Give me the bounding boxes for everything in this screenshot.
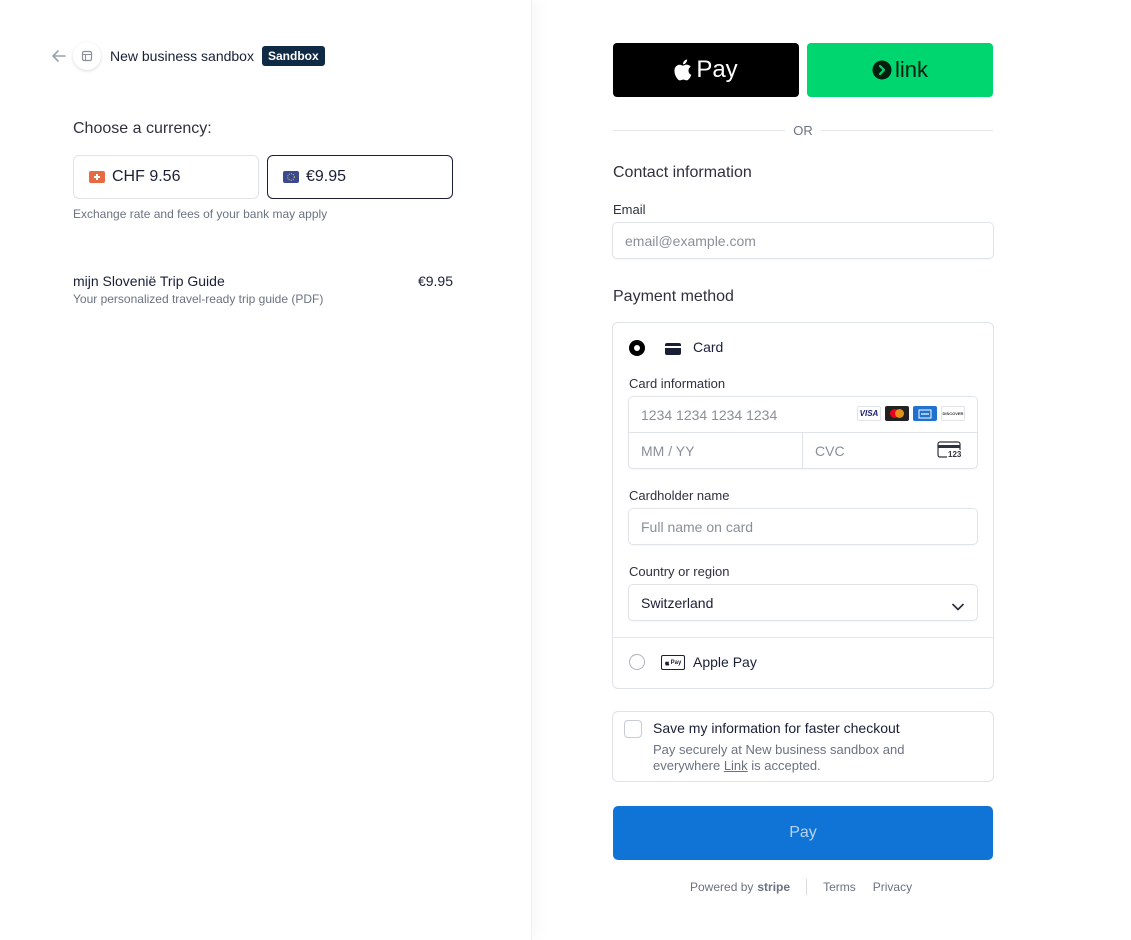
link-button[interactable]: link <box>807 43 993 97</box>
cvc-icon-number: 123 <box>947 450 963 459</box>
card-radio[interactable] <box>629 340 645 356</box>
stripe-logo[interactable]: stripe <box>757 880 790 894</box>
item-price: €9.95 <box>417 273 453 289</box>
link-info-link[interactable]: Link <box>724 758 748 773</box>
or-divider: OR <box>613 122 993 138</box>
cardholder-label: Cardholder name <box>629 488 730 503</box>
payment-option-divider <box>612 637 994 638</box>
line-item: mijn Slovenië Trip Guide €9.95 Your pers… <box>73 273 453 306</box>
apple-pay-button[interactable]: Pay <box>613 43 799 97</box>
link-label: link <box>894 57 928 82</box>
mastercard-icon <box>885 406 909 421</box>
privacy-link[interactable]: Privacy <box>873 880 912 894</box>
cvc-card-icon: 123 <box>937 441 963 460</box>
sandbox-badge: Sandbox <box>261 46 325 66</box>
email-field[interactable]: email@example.com <box>612 222 994 259</box>
currency-option-label: CHF 9.56 <box>112 168 181 185</box>
country-label: Country or region <box>629 564 730 579</box>
back-arrow-icon[interactable] <box>50 47 68 65</box>
apple-pay-label: Pay <box>696 56 738 83</box>
chevron-down-icon <box>952 598 964 616</box>
apple-pay-option-label: Apple Pay <box>693 654 757 670</box>
card-info-label: Card information <box>629 376 726 391</box>
merchant-header: New business sandbox Sandbox <box>50 42 325 70</box>
save-info-checkbox[interactable] <box>624 720 642 738</box>
payment-method-title: Payment method <box>613 288 734 305</box>
swiss-flag-icon <box>89 171 105 183</box>
store-icon <box>73 42 101 70</box>
country-select[interactable]: Switzerland <box>628 584 978 621</box>
save-info-description: Pay securely at New business sandbox and… <box>653 742 905 773</box>
order-summary-panel: New business sandbox Sandbox Choose a cu… <box>0 0 532 940</box>
visa-icon: VISA <box>857 406 881 421</box>
footer: Powered by stripe Terms Privacy <box>690 879 912 895</box>
item-description: Your personalized travel-ready trip guid… <box>73 292 324 306</box>
save-info-title: Save my information for faster checkout <box>653 720 900 736</box>
currency-option-eur[interactable]: €9.95 <box>267 155 453 199</box>
apple-pay-icon-text: Pay <box>670 659 682 666</box>
email-label: Email <box>613 202 646 217</box>
expiry-input[interactable]: MM / YY <box>628 432 803 469</box>
link-logo-icon <box>872 60 892 80</box>
discover-icon: DISCOVER <box>941 406 965 421</box>
business-name: New business sandbox <box>110 48 254 64</box>
apple-logo-icon <box>674 59 692 81</box>
apple-pay-radio[interactable] <box>629 654 645 670</box>
currency-label: Choose a currency: <box>73 120 212 137</box>
credit-card-icon <box>665 342 681 360</box>
contact-title: Contact information <box>613 164 752 181</box>
eu-flag-icon <box>283 171 299 183</box>
cardholder-name-input[interactable]: Full name on card <box>628 508 978 545</box>
currency-option-chf[interactable]: CHF 9.56 <box>73 155 259 199</box>
pay-button[interactable]: Pay <box>613 806 993 860</box>
terms-link[interactable]: Terms <box>823 880 856 894</box>
exchange-rate-note: Exchange rate and fees of your bank may … <box>73 207 328 221</box>
currency-option-label: €9.95 <box>306 168 347 185</box>
or-label: OR <box>793 122 813 138</box>
amex-icon <box>913 406 937 421</box>
powered-by-label: Powered by <box>690 880 754 894</box>
card-label: Card <box>693 339 724 355</box>
apple-pay-icon: Pay <box>661 655 685 670</box>
item-name: mijn Slovenië Trip Guide <box>73 273 225 289</box>
